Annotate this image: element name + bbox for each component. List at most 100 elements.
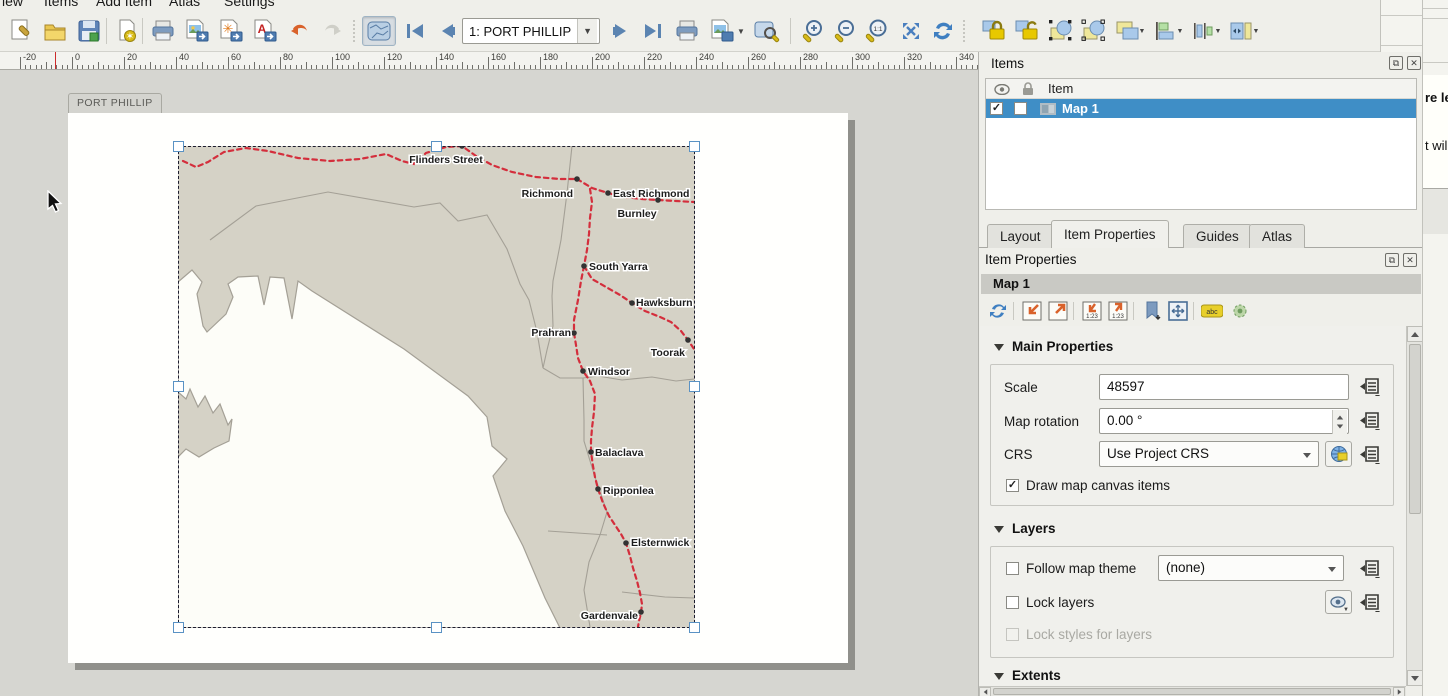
scroll-left-button[interactable] <box>979 687 991 696</box>
item-visibility-checkbox[interactable] <box>990 102 1003 115</box>
menu-items[interactable]: Items <box>44 0 78 9</box>
print-button[interactable] <box>148 16 178 46</box>
collapse-triangle-icon[interactable] <box>994 526 1004 533</box>
extents-heading[interactable]: Extents <box>1012 668 1061 683</box>
export-image-button[interactable] <box>182 16 212 46</box>
tab-atlas[interactable]: Atlas <box>1249 224 1305 248</box>
crs-combo[interactable]: Use Project CRS <box>1099 441 1319 467</box>
raise-items-button[interactable]: ▼ <box>1112 16 1148 46</box>
save-project-button[interactable] <box>74 16 104 46</box>
lock-layers-data-defined-button[interactable] <box>1358 592 1382 612</box>
atlas-previous-button[interactable] <box>432 16 462 46</box>
view-extent-in-canvas-button[interactable] <box>1045 298 1071 324</box>
tab-layout[interactable]: Layout <box>987 224 1054 248</box>
handle-middle-left[interactable] <box>173 381 184 392</box>
bookmarks-button[interactable] <box>1139 298 1165 324</box>
atlas-preview-toggle[interactable] <box>362 16 396 46</box>
export-atlas-button[interactable]: ▼ <box>706 16 748 46</box>
map-theme-combo[interactable]: (none) <box>1158 555 1344 581</box>
item-properties-close-button[interactable]: ✕ <box>1403 253 1417 267</box>
export-svg-button[interactable]: ✳ <box>216 16 246 46</box>
resize-items-button[interactable]: ▼ <box>1226 16 1262 46</box>
scroll-up-button[interactable] <box>1407 326 1423 342</box>
toolbar-grip[interactable] <box>962 19 966 43</box>
menu-atlas[interactable]: Atlas <box>169 0 200 9</box>
scroll-right-button[interactable] <box>1393 687 1405 696</box>
crs-select-button[interactable] <box>1325 441 1352 467</box>
item-properties-float-button[interactable]: ⧉ <box>1385 253 1399 267</box>
items-panel-close-button[interactable]: ✕ <box>1407 56 1421 70</box>
open-layout-button[interactable] <box>40 16 70 46</box>
set-map-scale-button[interactable]: 1:23 <box>1079 298 1105 324</box>
crs-data-defined-button[interactable] <box>1358 444 1382 464</box>
export-pdf-button[interactable]: A <box>250 16 280 46</box>
menu-add-item[interactable]: Add Item <box>96 0 152 9</box>
handle-top-right[interactable] <box>689 141 700 152</box>
map-item[interactable]: Flinders StreetRichmondEast RichmondBurn… <box>178 146 695 628</box>
layout-canvas[interactable]: PORT PHILLIP Flinders StreetRichmondEast… <box>0 70 978 696</box>
scrollbar-thumb[interactable] <box>1409 344 1421 514</box>
set-map-extent-button[interactable] <box>1019 298 1045 324</box>
collapse-triangle-icon[interactable] <box>994 344 1004 351</box>
zoom-out-button[interactable] <box>830 16 860 46</box>
theme-data-defined-button[interactable] <box>1358 558 1382 578</box>
draw-canvas-items-checkbox[interactable] <box>1006 479 1019 492</box>
handle-bottom-left[interactable] <box>173 622 184 633</box>
refresh-view-button[interactable] <box>928 16 958 46</box>
rotation-data-defined-button[interactable] <box>1358 410 1382 430</box>
scale-data-defined-button[interactable] <box>1358 376 1382 396</box>
deselect-all-button[interactable] <box>1079 16 1109 46</box>
atlas-feature-combo-arrow[interactable]: ▼ <box>577 19 597 43</box>
atlas-feature-combo[interactable]: 1: PORT PHILLIP ▼ <box>462 18 600 44</box>
scroll-down-button[interactable] <box>1407 670 1423 686</box>
atlas-next-button[interactable] <box>606 16 636 46</box>
toolbar-grip[interactable] <box>352 19 356 43</box>
unlock-items-button[interactable] <box>1013 16 1043 46</box>
map-rotation-spinbox[interactable]: 0.00 ° <box>1099 408 1349 434</box>
handle-bottom-middle[interactable] <box>431 622 442 633</box>
handle-top-left[interactable] <box>173 141 184 152</box>
properties-vertical-scrollbar[interactable] <box>1406 326 1422 686</box>
main-properties-heading[interactable]: Main Properties <box>1012 339 1113 354</box>
interactive-extent-button[interactable] <box>1165 298 1191 324</box>
collapse-triangle-icon[interactable] <box>994 673 1004 680</box>
tab-guides[interactable]: Guides <box>1183 224 1252 248</box>
atlas-last-button[interactable] <box>638 16 668 46</box>
zoom-actual-button[interactable]: 1:1 <box>862 16 892 46</box>
follow-map-theme-checkbox[interactable] <box>1006 562 1019 575</box>
distribute-items-button[interactable]: ▼ <box>1188 16 1224 46</box>
zoom-full-button[interactable] <box>896 16 926 46</box>
atlas-first-button[interactable] <box>400 16 430 46</box>
handle-bottom-right[interactable] <box>689 622 700 633</box>
view-scale-in-canvas-button[interactable]: 1:23 <box>1105 298 1131 324</box>
properties-horizontal-scrollbar[interactable] <box>979 686 1406 696</box>
tab-item-properties[interactable]: Item Properties <box>1051 220 1169 248</box>
new-item-button[interactable]: ✶ <box>112 16 142 46</box>
select-all-button[interactable] <box>1046 16 1076 46</box>
handle-middle-right[interactable] <box>689 381 700 392</box>
atlas-settings-button[interactable] <box>752 16 782 46</box>
lock-layers-checkbox[interactable] <box>1006 596 1019 609</box>
undo-button[interactable] <box>284 16 314 46</box>
redo-button[interactable] <box>318 16 348 46</box>
handle-top-middle[interactable] <box>431 141 442 152</box>
items-row-map1[interactable]: Map 1 <box>986 99 1416 118</box>
item-lock-checkbox[interactable] <box>1014 102 1027 115</box>
locked-layers-visibility-button[interactable]: ▼ <box>1325 590 1352 614</box>
lock-items-button[interactable] <box>980 16 1010 46</box>
items-tree[interactable]: Item Map 1 <box>985 78 1417 210</box>
scale-input[interactable]: 48597 <box>1099 374 1349 400</box>
refresh-map-preview-button[interactable] <box>985 298 1011 324</box>
items-panel-float-button[interactable]: ⧉ <box>1389 56 1403 70</box>
menu-settings[interactable]: Settings <box>224 0 275 9</box>
clipping-settings-button[interactable] <box>1227 298 1253 324</box>
align-items-button[interactable]: ▼ <box>1150 16 1186 46</box>
menu-view[interactable]: iew <box>2 0 23 9</box>
label-settings-button[interactable]: abc <box>1199 298 1225 324</box>
spinbox-arrows[interactable] <box>1332 410 1347 434</box>
zoom-in-button[interactable] <box>798 16 828 46</box>
layout-properties-button[interactable] <box>6 16 36 46</box>
layers-heading[interactable]: Layers <box>1012 521 1056 536</box>
print-atlas-button[interactable] <box>672 16 702 46</box>
scrollbar-thumb[interactable] <box>993 688 1391 695</box>
